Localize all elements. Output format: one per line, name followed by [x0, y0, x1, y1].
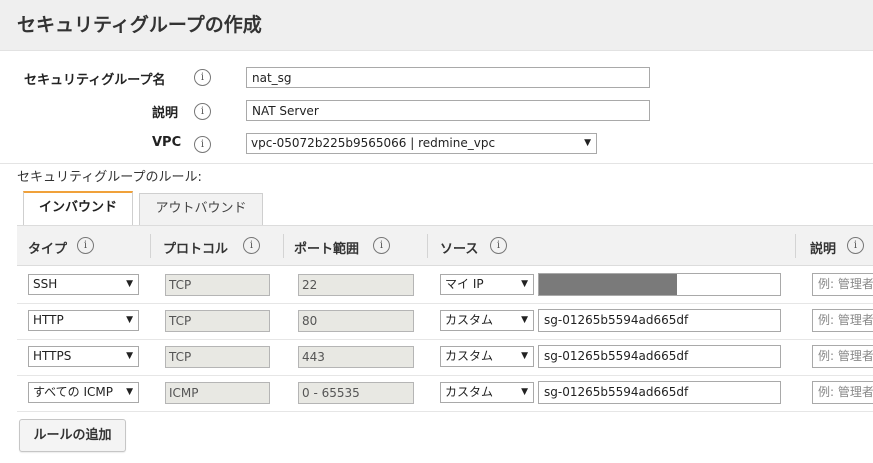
rule-source-select[interactable]: マイ IP ▼	[440, 274, 534, 295]
add-rule-button[interactable]: ルールの追加	[19, 419, 126, 452]
column-separator	[427, 234, 428, 258]
description-label: 説明	[152, 106, 179, 121]
row-divider	[17, 375, 873, 376]
column-separator	[283, 234, 284, 258]
rule-description-input[interactable]: 例: 管理者	[812, 273, 873, 296]
name-info-icon[interactable]: i	[194, 69, 211, 86]
row-divider	[17, 411, 873, 412]
protocol-info-icon[interactable]: i	[243, 237, 260, 254]
rule-description-input[interactable]: 例: 管理者	[812, 345, 873, 368]
chevron-down-icon: ▼	[126, 315, 133, 325]
chevron-down-icon: ▼	[584, 138, 591, 148]
rule-type-value: HTTP	[33, 313, 64, 327]
rule-port-field: 0 - 65535	[298, 382, 414, 404]
row-divider	[17, 303, 873, 304]
type-info-icon[interactable]: i	[77, 237, 94, 254]
rule-type-select[interactable]: HTTPS ▼	[28, 346, 139, 367]
rule-type-value: SSH	[33, 277, 58, 291]
rules-section-label: セキュリティグループのルール:	[17, 170, 202, 185]
chevron-down-icon: ▼	[521, 351, 528, 361]
redacted-ip-block	[539, 274, 677, 295]
rule-type-select[interactable]: HTTP ▼	[28, 310, 139, 331]
rule-port-field: 80	[298, 310, 414, 332]
col-source-header: ソース	[440, 242, 479, 257]
col-protocol-header: プロトコル	[163, 242, 229, 257]
tab-outbound[interactable]: アウトバウンド	[139, 193, 263, 225]
col-description-header: 説明	[810, 242, 837, 257]
source-info-icon[interactable]: i	[490, 237, 507, 254]
rule-port-field: 443	[298, 346, 414, 368]
rule-description-input[interactable]: 例: 管理者	[812, 381, 873, 404]
rules-table-header: タイプ i プロトコル i ポート範囲 i ソース i 説明 i	[17, 225, 873, 266]
rule-source-input[interactable]: sg-01265b5594ad665df	[538, 381, 781, 404]
rule-type-value: すべての ICMP	[33, 385, 114, 399]
rule-source-select-value: カスタム	[445, 313, 494, 327]
description-col-info-icon[interactable]: i	[847, 237, 864, 254]
column-separator	[150, 234, 151, 258]
rule-source-select-value: カスタム	[445, 385, 494, 399]
vpc-select-value: vpc-05072b225b9565066 | redmine_vpc	[251, 136, 496, 150]
chevron-down-icon: ▼	[126, 279, 133, 289]
rule-source-input[interactable]: sg-01265b5594ad665df	[538, 309, 781, 332]
group-description-input[interactable]: NAT Server	[246, 100, 650, 121]
vpc-label: VPC	[152, 135, 182, 150]
rule-source-select[interactable]: カスタム ▼	[440, 310, 534, 331]
chevron-down-icon: ▼	[126, 387, 133, 397]
rule-source-select-value: カスタム	[445, 349, 494, 363]
chevron-down-icon: ▼	[521, 279, 528, 289]
rule-type-select[interactable]: すべての ICMP ▼	[28, 382, 139, 403]
tab-inbound[interactable]: インバウンド	[23, 191, 133, 225]
chevron-down-icon: ▼	[126, 351, 133, 361]
rule-protocol-field: TCP	[165, 310, 270, 332]
rule-port-field: 22	[298, 274, 414, 296]
vpc-info-icon[interactable]: i	[194, 136, 211, 153]
rule-source-select[interactable]: カスタム ▼	[440, 346, 534, 367]
section-divider	[0, 163, 873, 164]
col-type-header: タイプ	[28, 242, 68, 257]
rule-protocol-field: TCP	[165, 274, 270, 296]
vpc-select[interactable]: vpc-05072b225b9565066 | redmine_vpc ▼	[246, 133, 597, 154]
page-header: セキュリティグループの作成	[0, 0, 873, 51]
row-divider	[17, 339, 873, 340]
rule-source-select[interactable]: カスタム ▼	[440, 382, 534, 403]
rule-description-input[interactable]: 例: 管理者	[812, 309, 873, 332]
port-info-icon[interactable]: i	[373, 237, 390, 254]
rule-source-input[interactable]	[538, 273, 781, 296]
col-port-header: ポート範囲	[294, 242, 360, 257]
rule-source-input[interactable]: sg-01265b5594ad665df	[538, 345, 781, 368]
rule-protocol-field: ICMP	[165, 382, 270, 404]
rule-type-select[interactable]: SSH ▼	[28, 274, 139, 295]
column-separator	[795, 234, 796, 258]
group-name-input[interactable]: nat_sg	[246, 67, 650, 88]
page-title: セキュリティグループの作成	[17, 14, 262, 36]
rule-type-value: HTTPS	[33, 349, 72, 363]
rule-source-select-value: マイ IP	[445, 277, 484, 291]
description-info-icon[interactable]: i	[194, 103, 211, 120]
chevron-down-icon: ▼	[521, 315, 528, 325]
rule-protocol-field: TCP	[165, 346, 270, 368]
chevron-down-icon: ▼	[521, 387, 528, 397]
name-label: セキュリティグループ名	[24, 73, 166, 88]
